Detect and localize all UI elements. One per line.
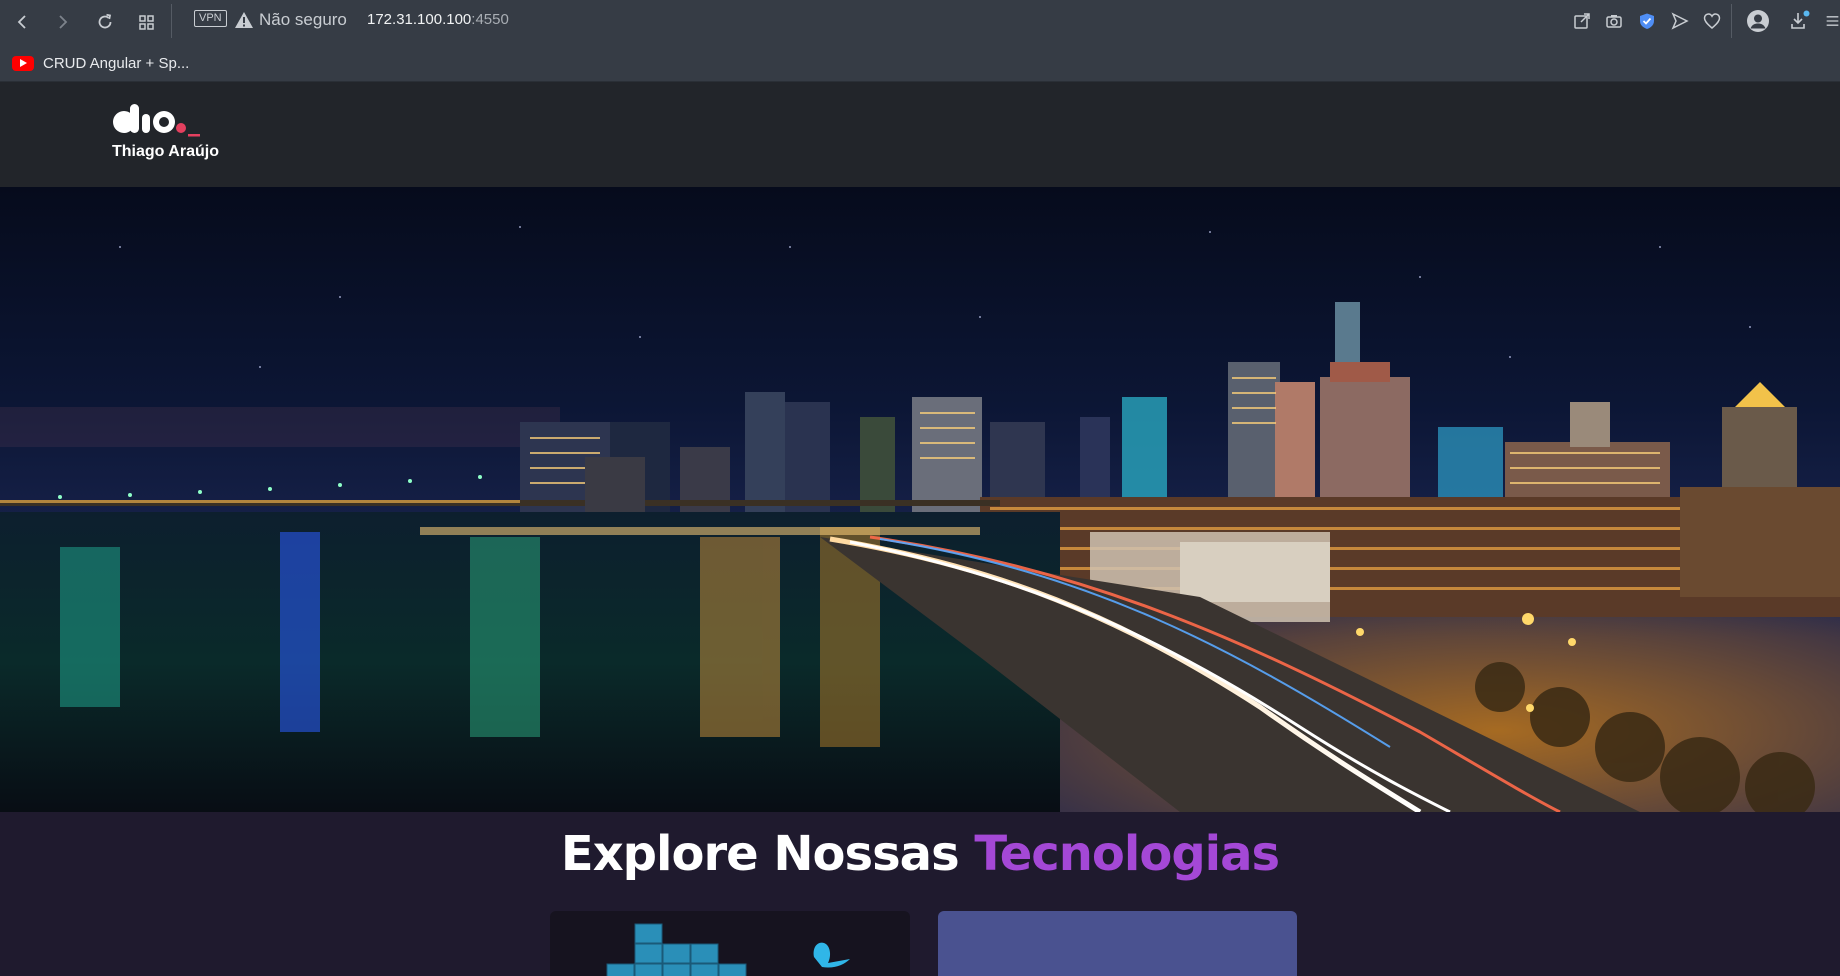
grid-icon bbox=[139, 15, 154, 30]
tech-card-docker[interactable] bbox=[550, 911, 910, 976]
bookmark-item[interactable]: CRUD Angular + Sp... bbox=[12, 52, 189, 74]
arrow-right-icon bbox=[59, 15, 68, 29]
url-host: 172.31.100.100 bbox=[367, 11, 472, 28]
address-bar[interactable]: 172.31.100.100:4550 bbox=[367, 11, 509, 28]
tab-grid-button[interactable] bbox=[133, 8, 161, 36]
camera-icon bbox=[1606, 15, 1622, 28]
screenshot-button[interactable] bbox=[1602, 9, 1626, 33]
bookmarks-bar bbox=[0, 44, 1840, 82]
hero-city-night-image bbox=[0, 187, 1840, 812]
download-icon bbox=[1791, 10, 1810, 29]
security-status[interactable]: Não seguro bbox=[259, 10, 347, 30]
back-button[interactable] bbox=[8, 8, 36, 36]
docker-icon bbox=[606, 923, 850, 976]
favorites-button[interactable] bbox=[1700, 9, 1724, 33]
toolbar-separator bbox=[171, 4, 172, 38]
shield-check-icon bbox=[1640, 13, 1654, 29]
send-button[interactable] bbox=[1668, 9, 1692, 33]
warning-icon[interactable] bbox=[234, 10, 254, 30]
bookmark-label: CRUD Angular + Sp... bbox=[43, 54, 190, 72]
heart-icon bbox=[1703, 13, 1721, 29]
downloads-button[interactable] bbox=[1788, 9, 1812, 33]
send-icon bbox=[1671, 12, 1689, 30]
reload-button[interactable] bbox=[91, 8, 119, 36]
share-icon bbox=[1574, 13, 1590, 29]
logo-name: Thiago Araújo bbox=[112, 143, 219, 160]
menu-button[interactable] bbox=[1825, 9, 1840, 33]
shield-button[interactable] bbox=[1635, 9, 1659, 33]
arrow-left-icon bbox=[17, 15, 26, 29]
site-header bbox=[0, 82, 1840, 187]
dio-logo[interactable] bbox=[110, 101, 220, 141]
title-prefix: Explore Nossas bbox=[560, 826, 960, 882]
vpn-badge[interactable]: VPN bbox=[194, 10, 227, 27]
title-accent: Tecnologias bbox=[974, 826, 1280, 882]
youtube-icon bbox=[12, 55, 34, 71]
reload-icon bbox=[98, 13, 112, 29]
toolbar-separator bbox=[1731, 4, 1732, 38]
section-title: Explore Nossas Tecnologias bbox=[0, 826, 1840, 882]
forward-button[interactable] bbox=[49, 8, 77, 36]
url-port: :4550 bbox=[471, 11, 509, 28]
avatar-icon bbox=[1747, 10, 1769, 32]
share-button[interactable] bbox=[1570, 9, 1594, 33]
profile-button[interactable] bbox=[1746, 9, 1770, 33]
menu-icon bbox=[1826, 16, 1839, 26]
tech-card-blue[interactable] bbox=[938, 911, 1297, 976]
